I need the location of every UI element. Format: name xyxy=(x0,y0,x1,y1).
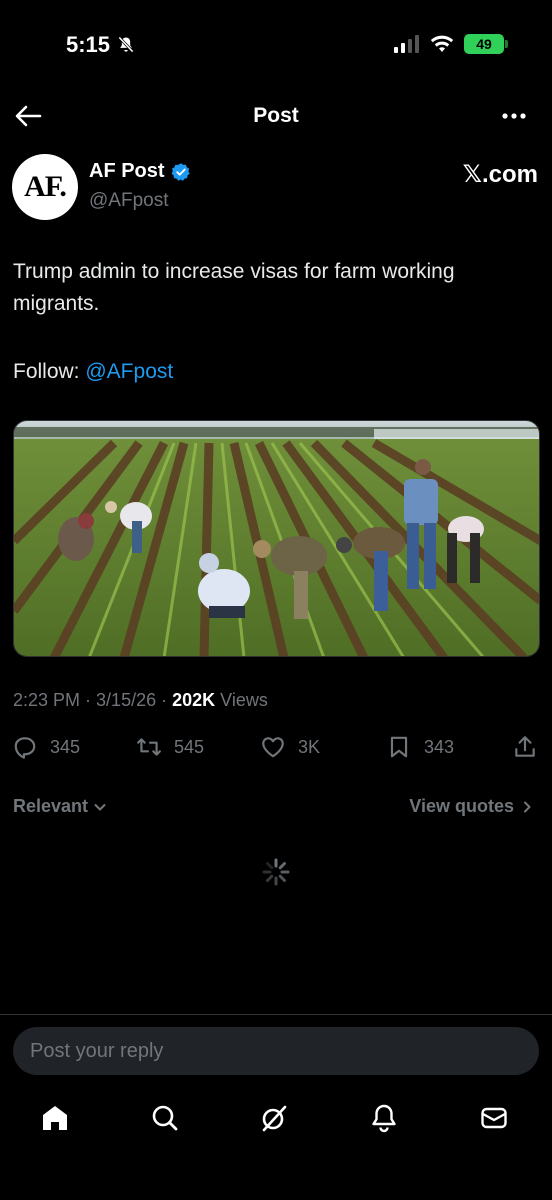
repost-button[interactable]: 545 xyxy=(136,734,204,760)
status-time: 5:15 xyxy=(66,32,136,58)
grok-icon xyxy=(262,1105,287,1132)
like-button[interactable]: 3K xyxy=(260,734,320,760)
page-title: Post xyxy=(253,104,299,127)
cellular-signal-icon xyxy=(394,35,419,53)
post-date: 3/15/26 xyxy=(96,690,157,710)
chevron-right-icon xyxy=(524,801,531,812)
view-quotes-label: View quotes xyxy=(409,796,514,816)
reply-placeholder: Post your reply xyxy=(30,1040,164,1062)
repost-icon xyxy=(137,738,161,756)
bell-slash-icon xyxy=(118,36,134,53)
like-count: 3K xyxy=(298,736,321,757)
tab-search[interactable] xyxy=(149,1102,181,1134)
avatar[interactable]: AF. xyxy=(12,154,78,220)
chevron-down-icon xyxy=(94,803,106,810)
status-time-text: 5:15 xyxy=(66,32,111,57)
share-icon xyxy=(515,736,535,757)
home-icon xyxy=(43,1106,67,1130)
nav-header: Post xyxy=(0,92,552,140)
bell-icon xyxy=(372,1104,396,1133)
loading-spinner-icon xyxy=(262,858,290,886)
post-meta: 2:23 PM · 3/15/26 · 202K Views xyxy=(13,690,268,710)
reply-icon xyxy=(14,737,36,759)
post-text: Trump admin to increase visas for farm w… xyxy=(13,260,455,315)
sort-dropdown[interactable]: Relevant xyxy=(13,796,108,817)
share-button[interactable] xyxy=(512,734,538,760)
view-quotes-link[interactable]: View quotes xyxy=(409,796,534,817)
sort-label: Relevant xyxy=(13,796,89,816)
wifi-icon xyxy=(430,35,454,52)
author-handle[interactable]: @AFpost xyxy=(89,190,168,212)
reply-count: 345 xyxy=(50,736,81,757)
bookmark-count: 343 xyxy=(424,736,455,757)
divider xyxy=(0,1014,552,1015)
tab-messages[interactable] xyxy=(478,1102,510,1134)
follow-label: Follow: xyxy=(13,360,86,383)
post-actions: 345 545 3K 343 xyxy=(12,734,542,766)
mail-icon xyxy=(481,1107,507,1129)
bookmark-button[interactable]: 343 xyxy=(386,734,454,760)
author-name-text: AF Post xyxy=(89,160,165,182)
battery-level: 49 xyxy=(476,36,492,52)
avatar-text: AF. xyxy=(24,170,67,203)
views-count[interactable]: 202K xyxy=(172,690,215,710)
battery-indicator: 49 xyxy=(464,34,508,54)
farm-field-image xyxy=(14,421,539,656)
verified-badge-icon xyxy=(171,162,190,181)
post-image[interactable] xyxy=(13,420,540,657)
source-badge: 𝕏.com xyxy=(462,161,538,188)
post-time: 2:23 PM xyxy=(13,690,81,710)
search-icon xyxy=(152,1105,178,1131)
views-label: Views xyxy=(220,690,268,710)
status-bar: 5:15 49 xyxy=(0,0,552,92)
post-header: AF. AF Post @AFpost 𝕏.com xyxy=(12,150,540,226)
heart-icon xyxy=(262,737,284,758)
bookmark-icon xyxy=(390,736,408,758)
follow-line: Follow: @AFpost xyxy=(13,356,173,388)
tab-grok[interactable] xyxy=(258,1102,290,1134)
author-name[interactable]: AF Post xyxy=(89,160,191,183)
status-indicators: 49 xyxy=(394,34,508,54)
mention-link[interactable]: @AFpost xyxy=(85,360,173,383)
more-icon[interactable] xyxy=(500,102,528,130)
tab-notifications[interactable] xyxy=(368,1102,400,1134)
bottom-tab-bar xyxy=(0,1090,552,1150)
repost-count: 545 xyxy=(174,736,205,757)
reply-input[interactable]: Post your reply xyxy=(13,1027,539,1075)
reply-button[interactable]: 345 xyxy=(12,734,80,760)
tab-home[interactable] xyxy=(39,1102,71,1134)
